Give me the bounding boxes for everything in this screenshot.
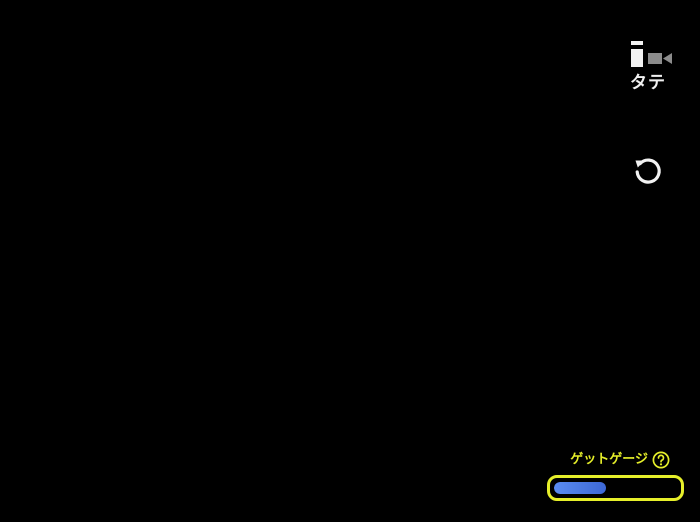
rotate-ccw-icon (635, 158, 661, 184)
rotate-button[interactable] (632, 154, 664, 186)
gauge-fill (554, 482, 606, 494)
orientation-label: タテ (630, 73, 666, 93)
question-circle-icon[interactable] (652, 451, 670, 469)
gauge-bar (547, 475, 684, 501)
camera-screen: タテ ゲットゲージ (0, 0, 700, 522)
orientation-toggle-button[interactable]: タテ (622, 40, 678, 96)
get-gauge: ゲットゲージ (547, 450, 684, 502)
gauge-header: ゲットゲージ (570, 450, 670, 470)
gauge-track (554, 482, 677, 494)
gauge-title: ゲットゲージ (570, 452, 648, 467)
orientation-portrait-icon (631, 41, 672, 67)
